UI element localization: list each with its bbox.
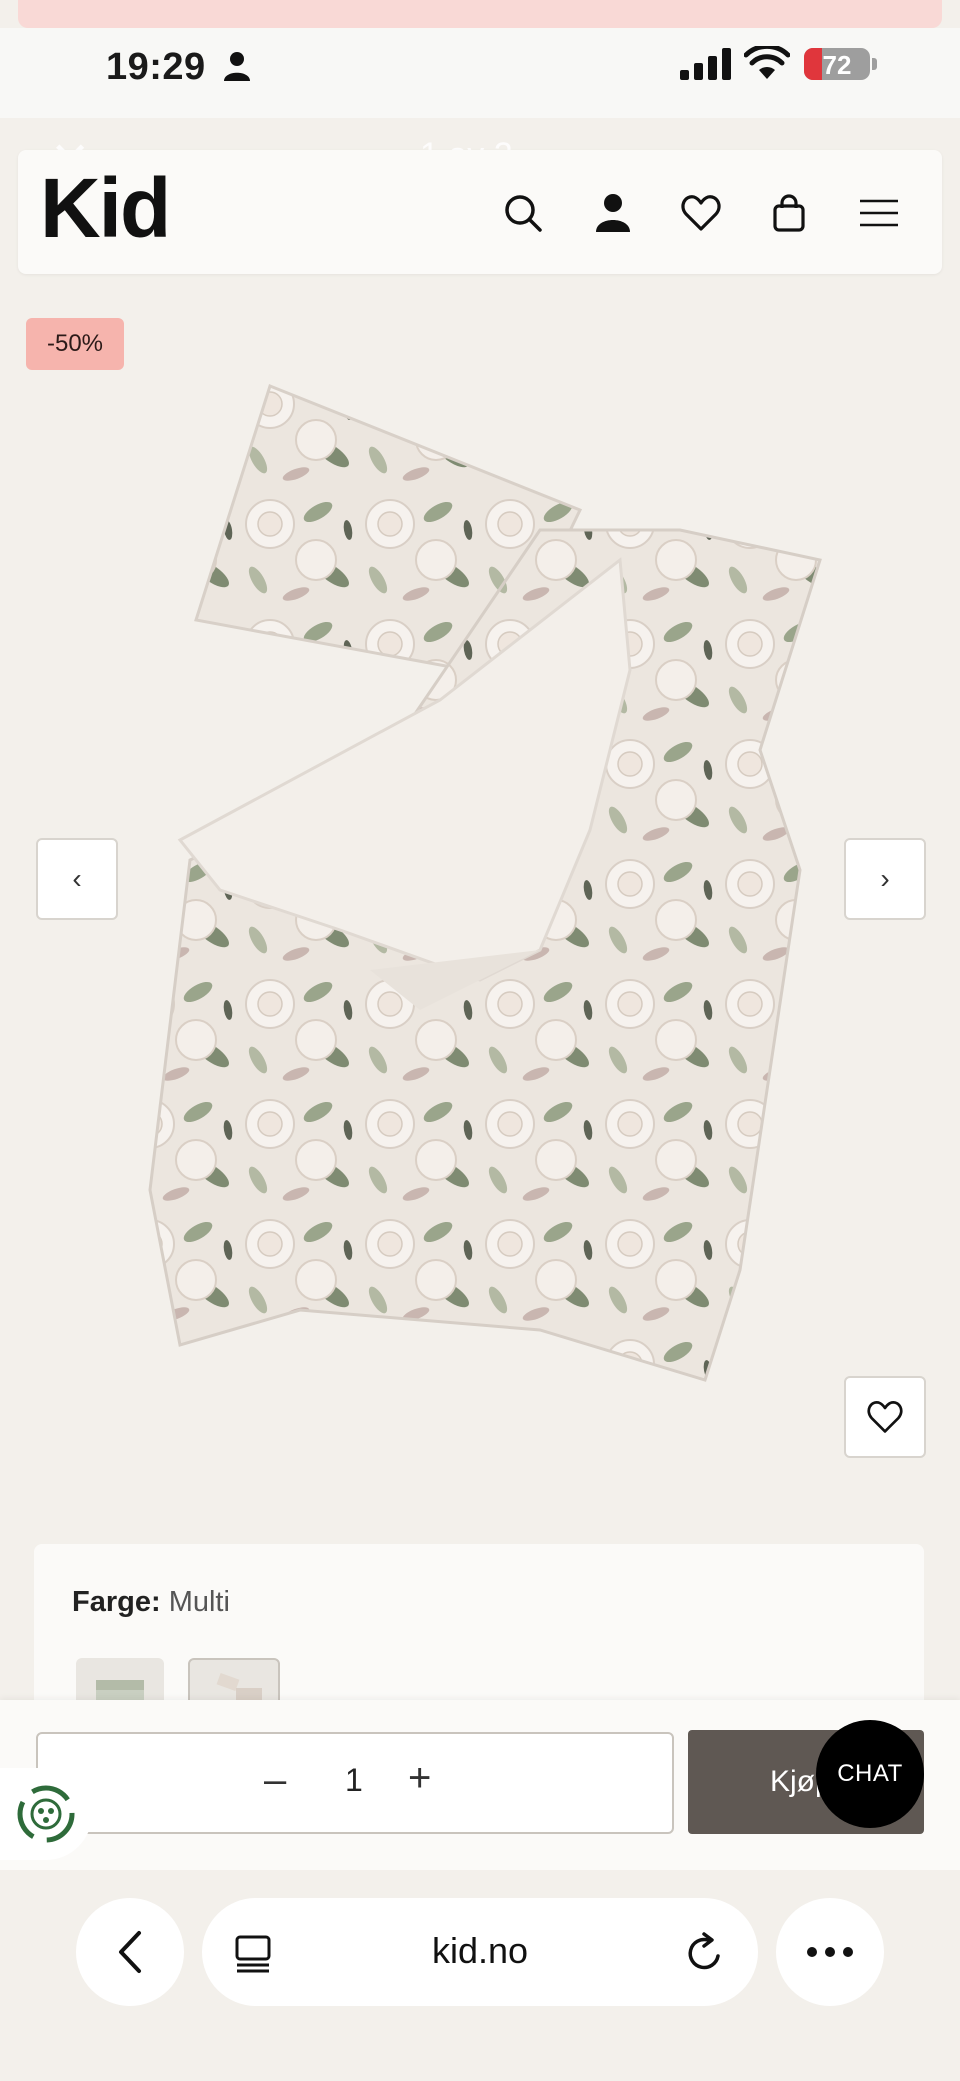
next-image-button[interactable]: › [844,838,926,920]
browser-back-button[interactable] [76,1898,184,2006]
browser-more-button[interactable] [776,1898,884,2006]
options-card [34,1544,924,1724]
color-value: Multi [168,1586,230,1618]
menu-icon[interactable] [858,192,900,234]
discount-badge: -50% [26,318,124,370]
signal-icon [680,48,731,80]
person-icon [224,52,250,81]
recycle-badge[interactable] [0,1768,92,1860]
wishlist-icon[interactable] [680,192,722,234]
status-time: 19:29 [106,46,206,88]
more-icon [807,1947,853,1957]
url-text[interactable]: kid.no [380,1930,580,1972]
wifi-icon [744,46,790,79]
search-icon[interactable] [502,192,544,234]
bag-icon[interactable] [768,192,810,234]
prev-image-button[interactable]: ‹ [36,838,118,920]
color-label: Farge: [72,1586,161,1618]
chat-button[interactable]: CHAT [816,1720,924,1828]
heart-icon [867,1401,903,1433]
account-icon[interactable] [592,192,634,234]
color-selection: Farge: Multi [72,1586,230,1619]
battery-tip [872,58,877,70]
tabs-icon[interactable] [234,1934,272,1974]
top-notification-tint [18,0,942,28]
site-logo[interactable]: Kid [40,160,171,257]
quantity-value[interactable]: 1 [345,1762,363,1799]
product-image [148,384,822,1382]
increase-quantity-button[interactable]: + [408,1756,431,1801]
battery-icon: 72 [804,48,870,80]
chevron-left-icon: ‹ [72,863,82,894]
back-icon [119,1931,141,1973]
chevron-right-icon: › [880,863,890,894]
recycle-icon [17,1785,75,1843]
battery-level: 72 [822,50,852,80]
add-to-wishlist-button[interactable] [844,1376,926,1458]
decrease-quantity-button[interactable]: – [264,1758,286,1803]
reload-icon[interactable] [684,1932,726,1974]
